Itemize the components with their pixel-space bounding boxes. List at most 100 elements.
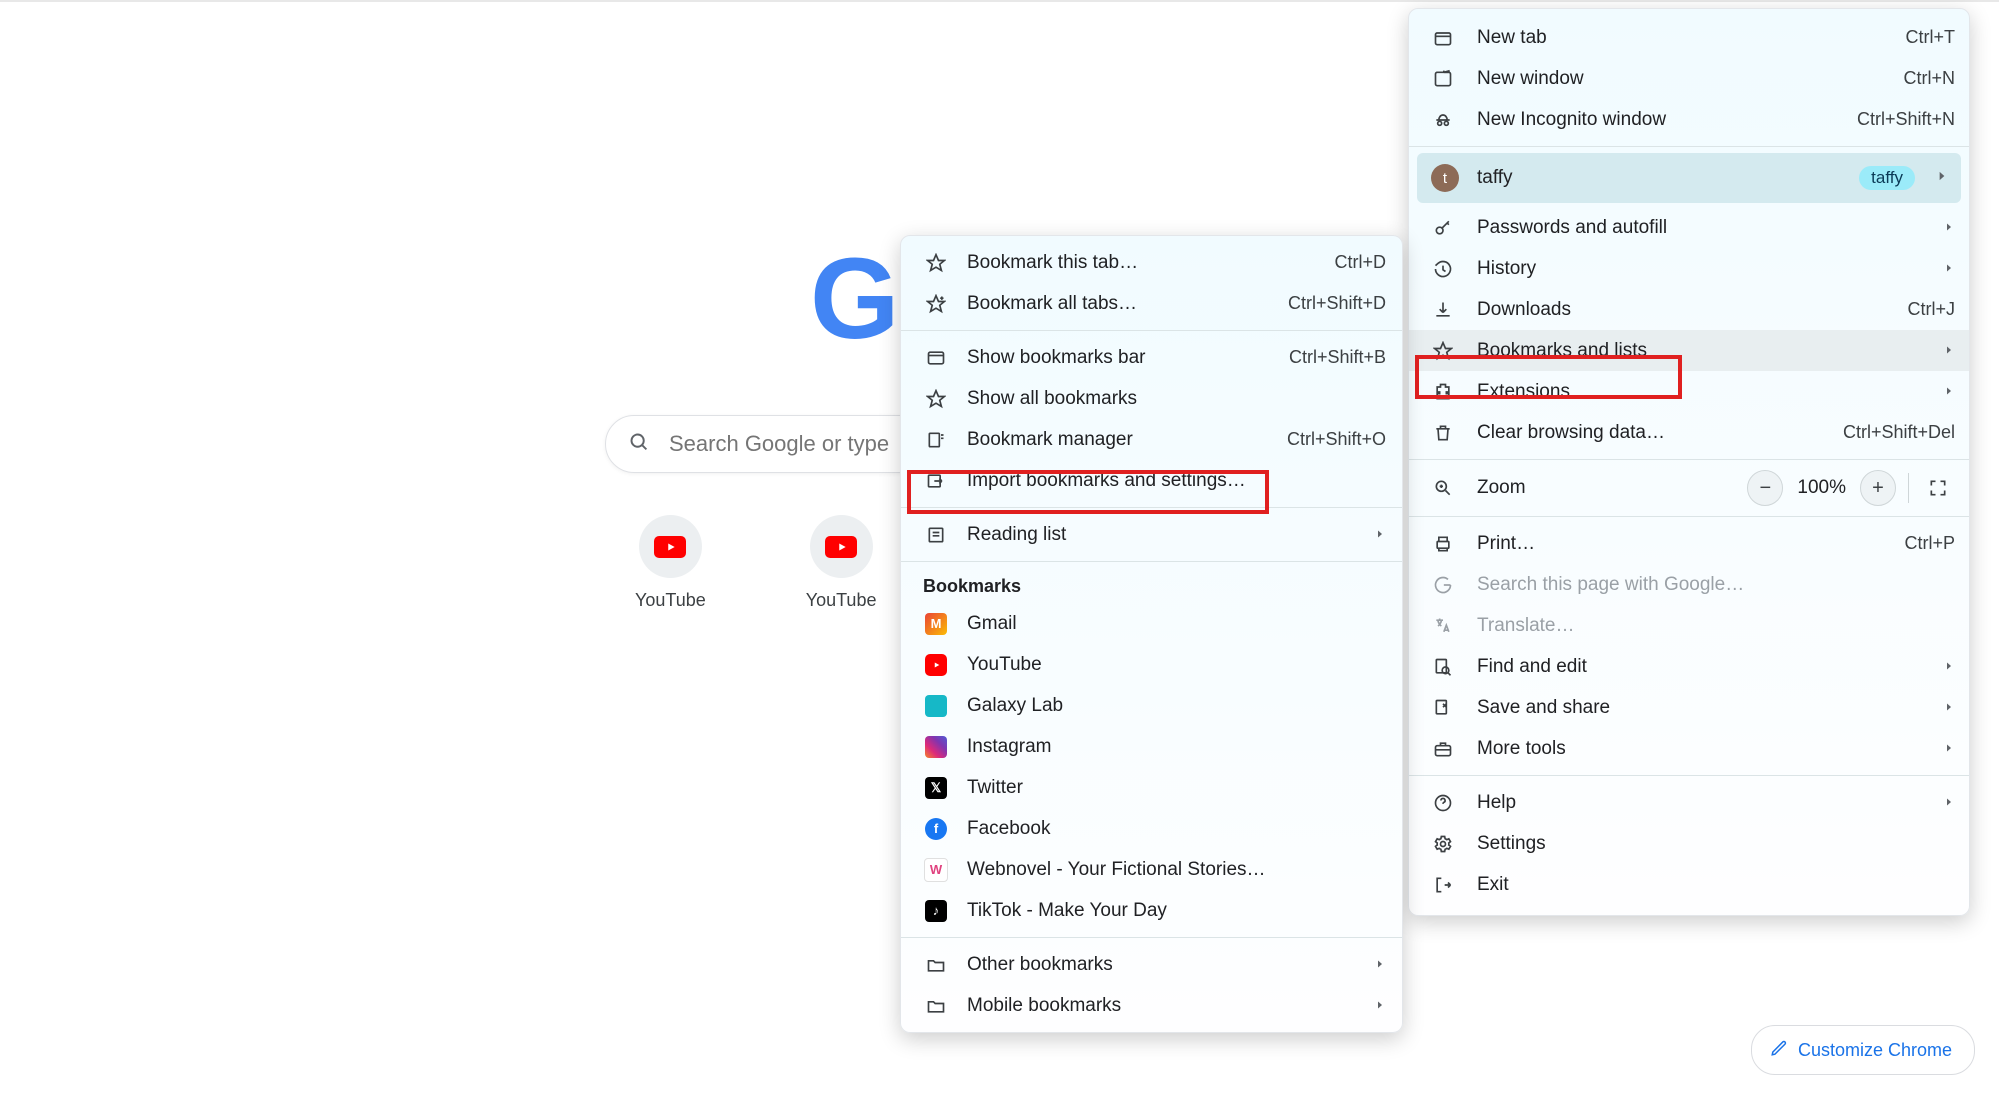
youtube-favicon-icon xyxy=(923,654,949,676)
history-icon xyxy=(1431,259,1455,279)
submenu-section-bookmarks: Bookmarks xyxy=(901,568,1402,603)
menu-clear-browsing-data[interactable]: Clear browsing data… Ctrl+Shift+Del xyxy=(1409,412,1969,453)
menu-search-this-page: Search this page with Google… xyxy=(1409,564,1969,605)
bookmark-manager-icon xyxy=(923,430,949,450)
bookmark-instagram[interactable]: Instagram xyxy=(901,726,1402,767)
shortcut-youtube-2[interactable]: YouTube xyxy=(806,515,877,611)
profile-pill: taffy xyxy=(1859,166,1915,190)
customize-chrome-button[interactable]: Customize Chrome xyxy=(1751,1025,1975,1075)
print-icon xyxy=(1431,534,1455,554)
submenu-other-bookmarks[interactable]: Other bookmarks xyxy=(901,944,1402,985)
fullscreen-button[interactable] xyxy=(1921,471,1955,505)
chevron-right-icon xyxy=(1943,217,1955,239)
menu-zoom-row: Zoom − 100% + xyxy=(1409,466,1969,510)
submenu-show-all-bookmarks[interactable]: Show all bookmarks xyxy=(901,378,1402,419)
submenu-bookmark-manager[interactable]: Bookmark manager Ctrl+Shift+O xyxy=(901,419,1402,460)
facebook-favicon-icon: f xyxy=(923,818,949,840)
menu-history[interactable]: History xyxy=(1409,248,1969,289)
bookmark-webnovel[interactable]: W Webnovel - Your Fictional Stories… xyxy=(901,849,1402,890)
menu-downloads[interactable]: Downloads Ctrl+J xyxy=(1409,289,1969,330)
chrome-main-menu: New tab Ctrl+T New window Ctrl+N New Inc… xyxy=(1408,8,1970,916)
galaxy-favicon-icon xyxy=(923,695,949,717)
menu-new-window[interactable]: New window Ctrl+N xyxy=(1409,58,1969,99)
chevron-right-icon xyxy=(1943,340,1955,362)
chevron-right-icon xyxy=(1374,954,1386,976)
chevron-right-icon xyxy=(1943,792,1955,814)
import-icon xyxy=(923,471,949,491)
instagram-favicon-icon xyxy=(923,736,949,758)
zoom-in-button[interactable]: + xyxy=(1860,470,1896,506)
bookmark-tiktok[interactable]: ♪ TikTok - Make Your Day xyxy=(901,890,1402,931)
chevron-right-icon xyxy=(1943,381,1955,403)
menu-profile-row[interactable]: t taffy taffy xyxy=(1417,153,1961,203)
menu-translate: Translate… xyxy=(1409,605,1969,646)
new-window-icon xyxy=(1431,69,1455,89)
chevron-right-icon xyxy=(1943,656,1955,678)
submenu-bookmark-all-tabs[interactable]: Bookmark all tabs… Ctrl+Shift+D xyxy=(901,283,1402,324)
menu-find-and-edit[interactable]: Find and edit xyxy=(1409,646,1969,687)
gear-icon xyxy=(1431,834,1455,854)
zoom-level: 100% xyxy=(1797,477,1846,499)
bookmark-youtube[interactable]: YouTube xyxy=(901,644,1402,685)
chevron-right-icon xyxy=(1943,258,1955,280)
bookmarks-submenu: Bookmark this tab… Ctrl+D Bookmark all t… xyxy=(900,235,1403,1033)
menu-help[interactable]: Help xyxy=(1409,782,1969,823)
star-outline-icon xyxy=(923,389,949,409)
star-plus-icon xyxy=(923,294,949,314)
chevron-right-icon xyxy=(1943,697,1955,719)
avatar: t xyxy=(1431,164,1459,192)
translate-icon xyxy=(1431,616,1455,636)
new-tab-icon xyxy=(1431,28,1455,48)
share-icon xyxy=(1431,698,1455,718)
bookmark-gmail[interactable]: M Gmail xyxy=(901,603,1402,644)
webnovel-favicon-icon: W xyxy=(923,858,949,882)
zoom-icon xyxy=(1431,478,1455,498)
menu-new-incognito[interactable]: New Incognito window Ctrl+Shift+N xyxy=(1409,99,1969,140)
shortcut-youtube-1[interactable]: YouTube xyxy=(635,515,706,611)
toolbox-icon xyxy=(1431,739,1455,759)
folder-icon xyxy=(923,955,949,975)
pencil-icon xyxy=(1770,1039,1788,1062)
bookmark-facebook[interactable]: f Facebook xyxy=(901,808,1402,849)
menu-passwords-autofill[interactable]: Passwords and autofill xyxy=(1409,207,1969,248)
star-icon xyxy=(1431,341,1455,361)
bar-icon xyxy=(923,348,949,368)
shortcut-label: YouTube xyxy=(635,590,706,611)
gmail-favicon-icon: M xyxy=(923,613,949,635)
submenu-bookmark-tab[interactable]: Bookmark this tab… Ctrl+D xyxy=(901,242,1402,283)
shortcut-label: YouTube xyxy=(806,590,877,611)
chevron-right-icon xyxy=(1943,738,1955,760)
incognito-icon xyxy=(1431,110,1455,130)
twitter-favicon-icon: 𝕏 xyxy=(923,777,949,799)
menu-settings[interactable]: Settings xyxy=(1409,823,1969,864)
google-g-icon xyxy=(1431,575,1455,595)
exit-icon xyxy=(1431,875,1455,895)
zoom-out-button[interactable]: − xyxy=(1747,470,1783,506)
menu-extensions[interactable]: Extensions xyxy=(1409,371,1969,412)
menu-bookmarks-and-lists[interactable]: Bookmarks and lists xyxy=(1409,330,1969,371)
menu-new-tab[interactable]: New tab Ctrl+T xyxy=(1409,17,1969,58)
folder-icon xyxy=(923,996,949,1016)
customize-chrome-label: Customize Chrome xyxy=(1798,1040,1952,1061)
bookmark-twitter[interactable]: 𝕏 Twitter xyxy=(901,767,1402,808)
submenu-show-bookmarks-bar[interactable]: Show bookmarks bar Ctrl+Shift+B xyxy=(901,337,1402,378)
submenu-reading-list[interactable]: Reading list xyxy=(901,514,1402,555)
help-icon xyxy=(1431,793,1455,813)
menu-print[interactable]: Print… Ctrl+P xyxy=(1409,523,1969,564)
star-icon xyxy=(923,253,949,273)
find-icon xyxy=(1431,657,1455,677)
menu-save-and-share[interactable]: Save and share xyxy=(1409,687,1969,728)
menu-more-tools[interactable]: More tools xyxy=(1409,728,1969,769)
key-icon xyxy=(1431,218,1455,238)
submenu-import-bookmarks[interactable]: Import bookmarks and settings… xyxy=(901,460,1402,501)
chevron-right-icon xyxy=(1935,167,1949,189)
bookmark-galaxy-lab[interactable]: Galaxy Lab xyxy=(901,685,1402,726)
extension-icon xyxy=(1431,382,1455,402)
chevron-right-icon xyxy=(1374,995,1386,1017)
menu-exit[interactable]: Exit xyxy=(1409,864,1969,905)
submenu-mobile-bookmarks[interactable]: Mobile bookmarks xyxy=(901,985,1402,1026)
download-icon xyxy=(1431,300,1455,320)
tiktok-favicon-icon: ♪ xyxy=(923,900,949,922)
chevron-right-icon xyxy=(1374,524,1386,546)
reading-list-icon xyxy=(923,525,949,545)
